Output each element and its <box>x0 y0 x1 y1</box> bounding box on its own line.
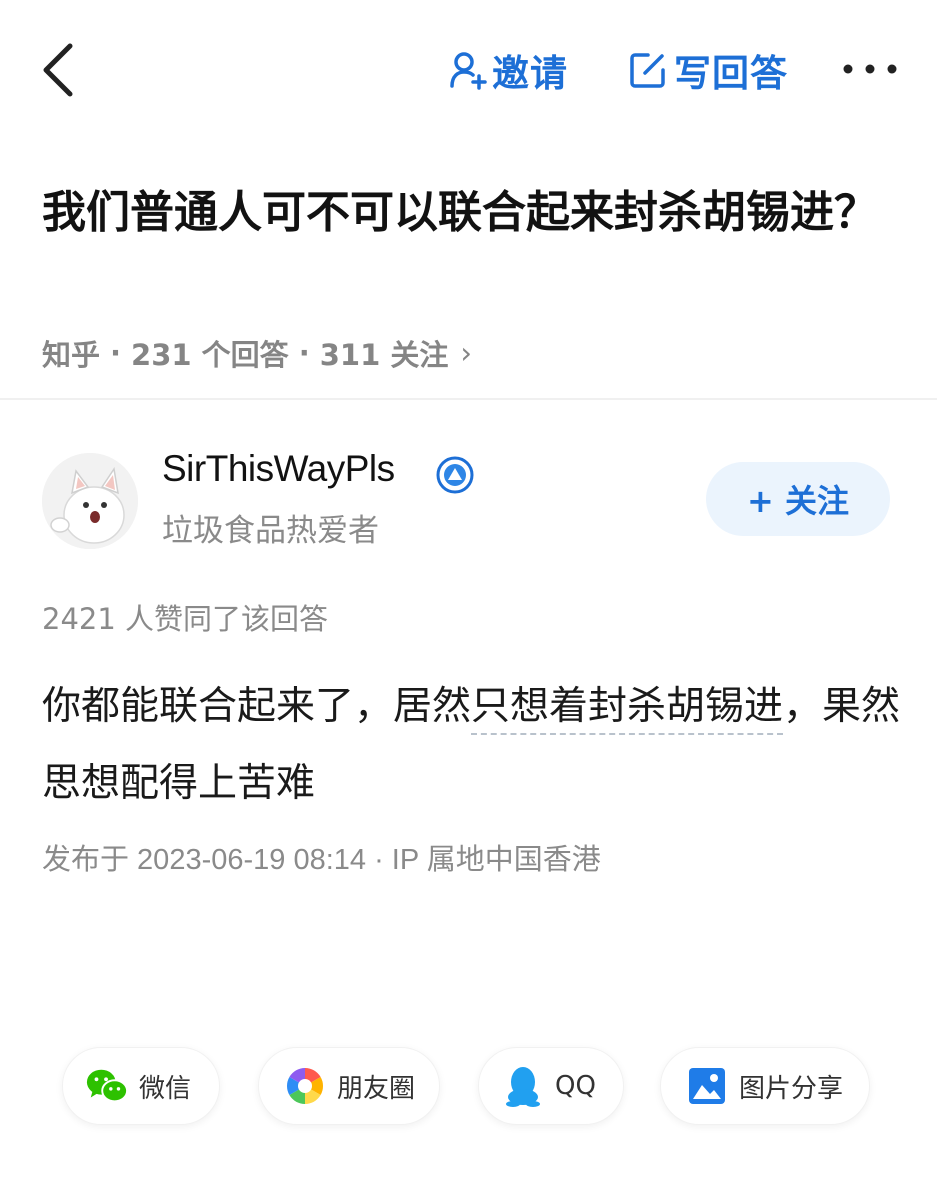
share-qq-button[interactable]: QQ <box>478 1047 624 1125</box>
publish-info: 发布于 2023-06-19 08:14 · IP 属地中国香港 <box>42 844 601 876</box>
wechat-icon <box>85 1064 129 1108</box>
answer-count: 231 个回答 <box>131 338 289 372</box>
write-answer-button[interactable]: 写回答 <box>628 42 788 98</box>
meta-separator: · <box>298 336 310 370</box>
verified-badge-icon <box>435 455 475 495</box>
chevron-right-icon: › <box>460 336 472 370</box>
follow-button[interactable]: + 关注 <box>706 462 890 536</box>
question-title[interactable]: 我们普通人可不可以联合起来封杀胡锡进？ <box>42 176 902 249</box>
edit-icon <box>630 53 665 88</box>
chevron-left-icon <box>43 43 73 97</box>
avatar[interactable] <box>42 453 138 549</box>
more-horizontal-icon <box>843 64 897 74</box>
back-button[interactable] <box>36 40 86 100</box>
likes-count: 2421 人赞同了该回答 <box>42 602 329 636</box>
meta-separator: · <box>110 336 122 370</box>
answer-text: 你都能联合起来了，居然 <box>42 684 472 729</box>
share-image-button[interactable]: 图片分享 <box>660 1047 870 1125</box>
write-answer-label: 写回答 <box>674 52 788 95</box>
share-moments-button[interactable]: 朋友圈 <box>258 1047 440 1125</box>
question-meta[interactable]: 知乎 · 231 个回答 · 311 关注 › <box>42 328 472 378</box>
share-image-label: 图片分享 <box>739 1073 844 1104</box>
share-qq-label: QQ <box>555 1071 596 1101</box>
qq-icon <box>501 1064 545 1108</box>
source-label: 知乎 <box>42 338 101 372</box>
share-wechat-label: 微信 <box>139 1073 192 1104</box>
moments-icon <box>283 1064 327 1108</box>
image-share-icon <box>685 1064 729 1108</box>
author-name[interactable]: SirThisWayPls <box>162 448 395 490</box>
author-bio: 垃圾食品热爱者 <box>162 513 379 549</box>
follower-count: 311 关注 <box>319 338 449 372</box>
divider <box>0 398 937 400</box>
add-user-icon <box>450 52 487 90</box>
cat-avatar-image <box>42 453 138 549</box>
invite-label: 邀请 <box>492 52 568 95</box>
share-moments-label: 朋友圈 <box>337 1073 416 1104</box>
invite-button[interactable]: 邀请 <box>448 42 568 98</box>
share-wechat-button[interactable]: 微信 <box>62 1047 220 1125</box>
more-button[interactable] <box>838 52 902 86</box>
answer-highlight-link[interactable]: 只想着封杀胡锡进 <box>471 684 784 735</box>
answer-body[interactable]: 你都能联合起来了，居然只想着封杀胡锡进，果然思想配得上苦难 <box>42 668 902 822</box>
